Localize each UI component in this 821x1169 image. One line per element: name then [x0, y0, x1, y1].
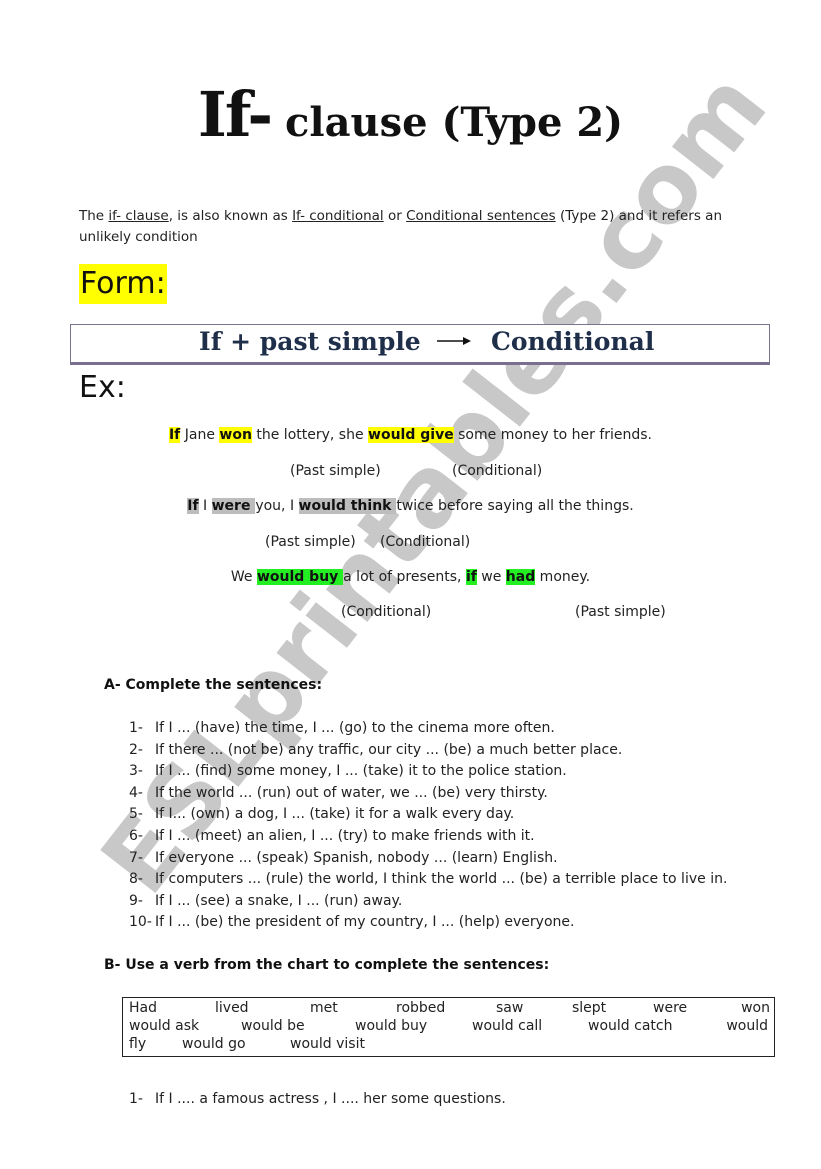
verb-chart-word: would buy [355, 1018, 428, 1034]
item-text: If computers ... (rule) the world, I thi… [155, 871, 728, 888]
item-text: If I ... (be) the president of my countr… [155, 914, 575, 931]
item-text: If everyone ... (speak) Spanish, nobody … [155, 849, 558, 866]
form-heading: Form: [79, 264, 167, 304]
item-number: 8- [129, 871, 143, 888]
exercise-item: 10- If I ... (be) the president of my cou… [129, 912, 727, 934]
sentence-text: money. [535, 569, 591, 585]
example-2-label-conditional: (Conditional) [380, 534, 471, 550]
title-main: If- [197, 78, 273, 151]
sentence-text: some money to her friends. [453, 427, 653, 443]
verb-chart-word: robbed [396, 1000, 446, 1016]
item-number: 2- [129, 741, 143, 758]
exercise-item: 7- If everyone ... (speak) Spanish, nobod… [129, 848, 727, 870]
intro-text: The [79, 208, 109, 224]
page-title: If- clause (Type 2) [0, 78, 821, 151]
item-number: 4- [129, 784, 143, 801]
examples-heading: Ex: [79, 370, 126, 405]
item-text: If I .... a famous actress , I .... her … [155, 1091, 506, 1107]
form-right: Conditional [491, 327, 655, 356]
item-number: 7- [129, 849, 143, 866]
example-sentence-3: We would buy a lot of presents, if we ha… [0, 569, 821, 585]
example-2-label-past-simple: (Past simple) [265, 534, 356, 550]
right-arrow-icon [437, 337, 471, 345]
verb-chart-word: fly [129, 1036, 147, 1052]
item-number: 1- [129, 720, 143, 736]
verb-chart-word: saw [496, 1000, 524, 1016]
highlight-conditional: would think [298, 498, 397, 514]
item-text: If I ... (have) the time, I ... (go) to … [155, 720, 555, 736]
section-a-heading: A- Complete the sentences: [104, 677, 323, 693]
intro-term-conditional-sentences: Conditional sentences [406, 208, 556, 224]
intro-paragraph: The if- clause, is also known as If- con… [79, 206, 759, 248]
form-box: If + past simple Conditional [70, 324, 770, 365]
item-number: 10- [129, 914, 152, 931]
highlight-past-simple: were [211, 498, 256, 514]
exercise-item: 3- If I ... (find) some money, I ... (tak… [129, 761, 727, 783]
item-text: If I... (own) a dog, I ... (take) it for… [155, 806, 515, 823]
highlight-past-simple: had [505, 569, 536, 585]
item-text: If I ... (see) a snake, I ... (run) away… [155, 892, 403, 909]
title-rest: clause (Type 2) [271, 99, 624, 146]
highlight-if: If [168, 427, 181, 443]
verb-chart-word: would ask [129, 1018, 200, 1034]
intro-text: , is also known as [168, 208, 293, 224]
sentence-text: the lottery, she [251, 427, 369, 443]
highlight-conditional: would give [368, 427, 454, 443]
verb-chart-word: would [726, 1018, 768, 1034]
item-number: 3- [129, 763, 143, 780]
highlight-past-simple: won [219, 427, 252, 443]
exercise-item: 6- If I ... (meet) an alien, I ... (try) … [129, 826, 727, 848]
intro-text: or [383, 208, 407, 224]
sentence-text: a lot of presents, [343, 569, 466, 585]
sentence-text: I [198, 498, 212, 514]
section-a-list: 1- If I ... (have) the time, I ... (go) t… [129, 718, 727, 934]
verb-chart-word: Had [129, 1000, 157, 1016]
verb-chart-word: would go [182, 1036, 246, 1052]
section-b-heading: B- Use a verb from the chart to complete… [104, 957, 550, 973]
example-1-label-past-simple: (Past simple) [290, 463, 381, 479]
verb-chart-word: lived [215, 1000, 249, 1016]
verb-chart-word: met [310, 1000, 338, 1016]
example-1-label-conditional: (Conditional) [452, 463, 543, 479]
verb-chart-word: were [653, 1000, 688, 1016]
verb-chart-word: slept [572, 1000, 607, 1016]
item-number: 9- [129, 892, 143, 909]
verb-chart-word: would visit [290, 1036, 365, 1052]
exercise-item: 1- If I .... a famous actress , I .... he… [129, 1091, 506, 1107]
item-number: 1- [129, 1091, 143, 1107]
verb-chart-word: won [741, 1000, 770, 1016]
example-3-label-conditional: (Conditional) [341, 604, 432, 620]
exercise-item: 5- If I... (own) a dog, I ... (take) it f… [129, 804, 727, 826]
highlight-conditional: would buy [256, 569, 344, 585]
intro-term-if-clause: if- clause [108, 208, 169, 224]
sentence-text: We [230, 569, 257, 585]
example-sentence-1: If Jane won the lottery, she would give … [0, 427, 821, 443]
item-number: 5- [129, 806, 143, 823]
item-text: If there ... (not be) any traffic, our c… [155, 741, 623, 758]
item-text: If the world ... (run) out of water, we … [155, 784, 548, 801]
exercise-item: 2- If there ... (not be) any traffic, our… [129, 740, 727, 762]
sentence-text: we [476, 569, 506, 585]
verb-chart: Had lived met robbed saw slept were won … [122, 997, 775, 1057]
verb-chart-word: would catch [588, 1018, 673, 1034]
exercise-item: 4- If the world ... (run) out of water, w… [129, 783, 727, 805]
intro-term-if-conditional: If- conditional [292, 208, 384, 224]
highlight-if: if [465, 569, 477, 585]
form-left: If + past simple [199, 327, 421, 356]
example-sentence-2: If I were you, I would think twice befor… [0, 498, 821, 514]
highlight-if: If [187, 498, 199, 514]
sentence-text: you, I [255, 498, 299, 514]
item-text: If I ... (find) some money, I ... (take)… [155, 763, 567, 780]
example-3-label-past-simple: (Past simple) [575, 604, 666, 620]
verb-chart-word: would be [241, 1018, 305, 1034]
item-text: If I ... (meet) an alien, I ... (try) to… [155, 827, 535, 844]
sentence-text: twice before saying all the things. [396, 498, 634, 514]
item-number: 6- [129, 827, 143, 844]
section-b-list: 1- If I .... a famous actress , I .... he… [129, 1091, 506, 1107]
exercise-item: 1- If I ... (have) the time, I ... (go) t… [129, 718, 727, 740]
exercise-item: 9- If I ... (see) a snake, I ... (run) aw… [129, 891, 727, 913]
sentence-text: Jane [180, 427, 220, 443]
exercise-item: 8- If computers ... (rule) the world, I t… [129, 869, 727, 891]
verb-chart-word: would call [472, 1018, 543, 1034]
